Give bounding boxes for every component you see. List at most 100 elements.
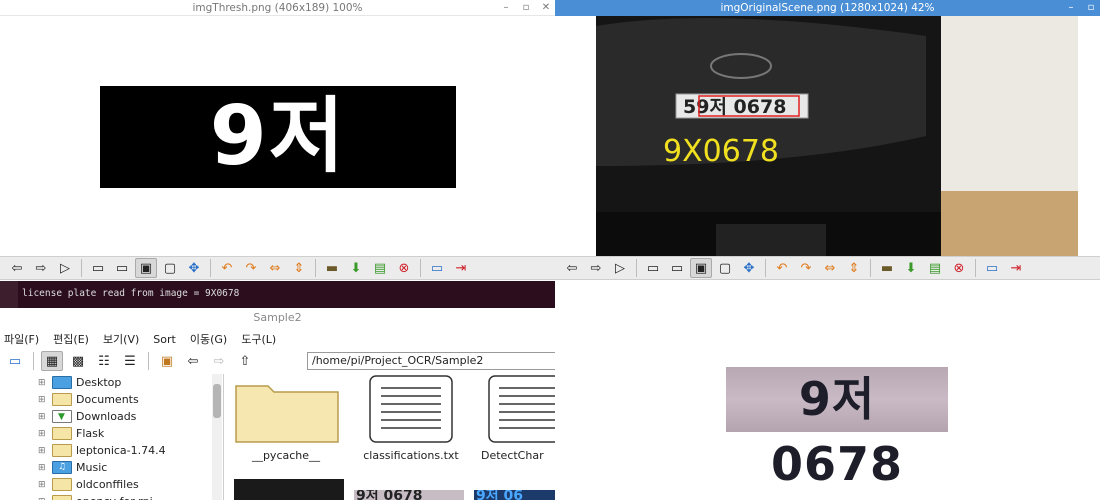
menu-edit[interactable]: 편집(E) xyxy=(53,331,89,347)
quit-icon[interactable]: ⇥ xyxy=(1005,258,1027,278)
tree-scrollbar[interactable] xyxy=(212,374,222,500)
open-icon[interactable]: ▬ xyxy=(321,258,343,278)
expand-icon[interactable]: ⊞ xyxy=(38,480,46,490)
delete-icon[interactable]: ⊗ xyxy=(393,258,415,278)
up-icon[interactable]: ⇧ xyxy=(234,351,256,371)
tree-item-label: Documents xyxy=(76,393,139,406)
save-icon[interactable]: ⬇ xyxy=(900,258,922,278)
close-icon[interactable]: ✕ xyxy=(541,0,551,16)
expand-icon[interactable]: ⊞ xyxy=(38,446,46,456)
tree-item-leptonica[interactable]: ⊞ leptonica-1.74.4 xyxy=(0,442,223,459)
new-tab-icon[interactable]: ▣ xyxy=(156,351,178,371)
save-as-icon[interactable]: ▤ xyxy=(369,258,391,278)
back-icon[interactable]: ⇦ xyxy=(182,351,204,371)
thresh-viewer-toolbar: ⇦ ⇨ ▷ ▭ ▭ ▣ ▢ ✥ ↶ ↷ ⇔ ⇕ ▬ ⬇ ▤ ⊗ ▭ ⇥ xyxy=(0,256,555,280)
zoom-out-icon[interactable]: ▭ xyxy=(87,258,109,278)
icon-view-icon[interactable]: ▦ xyxy=(41,351,63,371)
flip-h-icon[interactable]: ⇔ xyxy=(819,258,841,278)
open-icon[interactable]: ▬ xyxy=(876,258,898,278)
file-manager-title[interactable]: Sample2 xyxy=(0,308,555,328)
menu-tools[interactable]: 도구(L) xyxy=(241,331,276,347)
delete-icon[interactable]: ⊗ xyxy=(948,258,970,278)
compact-view-icon[interactable]: ☷ xyxy=(93,351,115,371)
flip-v-icon[interactable]: ⇕ xyxy=(843,258,865,278)
save-as-icon[interactable]: ▤ xyxy=(924,258,946,278)
zoom-fit-icon[interactable]: ▢ xyxy=(159,258,181,278)
image-thumbnail[interactable]: 9저 06 xyxy=(474,490,555,500)
rotate-left-icon[interactable]: ↶ xyxy=(216,258,238,278)
thumbnail-view-icon[interactable]: ▩ xyxy=(67,351,89,371)
scene-titlebar[interactable]: imgOriginalScene.png (1280x1024) 42% – ▫ xyxy=(555,0,1100,16)
folder-icon xyxy=(235,385,339,443)
fullscreen-icon[interactable]: ✥ xyxy=(183,258,205,278)
tree-item-opencv[interactable]: ⊞ opencv-for-rpi xyxy=(0,493,223,500)
file-item-detectchar[interactable]: DetectChar xyxy=(481,374,555,462)
maximize-icon[interactable]: ▫ xyxy=(1086,0,1096,16)
minimize-icon[interactable]: – xyxy=(501,0,511,16)
new-window-icon[interactable]: ▭ xyxy=(4,351,26,371)
file-item-classifications[interactable]: classifications.txt xyxy=(351,374,471,462)
expand-icon[interactable]: ⊞ xyxy=(38,463,46,473)
tree-item-desktop[interactable]: ⊞ Desktop xyxy=(0,374,223,391)
tree-item-documents[interactable]: ⊞ Documents xyxy=(0,391,223,408)
original-size-icon[interactable]: ▣ xyxy=(690,258,712,278)
detected-plate-overlay: 9X0678 xyxy=(663,134,779,169)
preferences-icon[interactable]: ▭ xyxy=(981,258,1003,278)
play-icon[interactable]: ▷ xyxy=(54,258,76,278)
rotate-left-icon[interactable]: ↶ xyxy=(771,258,793,278)
next-icon[interactable]: ⇨ xyxy=(585,258,607,278)
expand-icon[interactable]: ⊞ xyxy=(38,412,46,422)
file-item-pycache[interactable]: __pycache__ xyxy=(226,380,346,462)
tree-item-music[interactable]: ⊞ ♫ Music xyxy=(0,459,223,476)
rotate-right-icon[interactable]: ↷ xyxy=(795,258,817,278)
original-size-icon[interactable]: ▣ xyxy=(135,258,157,278)
downloads-folder-icon: ▼ xyxy=(52,410,72,423)
expand-icon[interactable]: ⊞ xyxy=(38,395,46,405)
preferences-icon[interactable]: ▭ xyxy=(426,258,448,278)
list-view-icon[interactable]: ☰ xyxy=(119,351,141,371)
toolbar-divider xyxy=(420,259,421,277)
flip-h-icon[interactable]: ⇔ xyxy=(264,258,286,278)
maximize-icon[interactable]: ▫ xyxy=(521,0,531,16)
menu-file[interactable]: 파일(F) xyxy=(4,331,39,347)
zoom-in-icon[interactable]: ▭ xyxy=(666,258,688,278)
thumbnail-plate-text: 9저 0678 xyxy=(356,490,423,500)
toolbar-divider xyxy=(210,259,211,277)
menu-view[interactable]: 보기(V) xyxy=(103,331,139,347)
menu-sort[interactable]: Sort xyxy=(153,333,176,346)
prev-icon[interactable]: ⇦ xyxy=(561,258,583,278)
zoom-in-icon[interactable]: ▭ xyxy=(111,258,133,278)
scrollbar-thumb[interactable] xyxy=(213,384,221,418)
path-input[interactable]: /home/pi/Project_OCR/Sample2 xyxy=(307,352,555,370)
expand-icon[interactable]: ⊞ xyxy=(38,429,46,439)
zoom-fit-icon[interactable]: ▢ xyxy=(714,258,736,278)
tree-item-downloads[interactable]: ⊞ ▼ Downloads xyxy=(0,408,223,425)
tree-item-oldconffiles[interactable]: ⊞ oldconffiles xyxy=(0,476,223,493)
save-icon[interactable]: ⬇ xyxy=(345,258,367,278)
folder-icon xyxy=(52,444,72,457)
rotate-right-icon[interactable]: ↷ xyxy=(240,258,262,278)
prev-icon[interactable]: ⇦ xyxy=(6,258,28,278)
forward-icon[interactable]: ⇨ xyxy=(208,351,230,371)
image-thumbnail[interactable] xyxy=(234,479,344,500)
tree-item-label: Music xyxy=(76,461,108,474)
zoom-out-icon[interactable]: ▭ xyxy=(642,258,664,278)
play-icon[interactable]: ▷ xyxy=(609,258,631,278)
next-icon[interactable]: ⇨ xyxy=(30,258,52,278)
fullscreen-icon[interactable]: ✥ xyxy=(738,258,760,278)
expand-icon[interactable]: ⊞ xyxy=(38,378,46,388)
thresh-titlebar[interactable]: imgThresh.png (406x189) 100% – ▫ ✕ xyxy=(0,0,555,16)
flip-v-icon[interactable]: ⇕ xyxy=(288,258,310,278)
quit-icon[interactable]: ⇥ xyxy=(450,258,472,278)
toolbar-divider xyxy=(33,352,34,370)
terminal-output[interactable]: license plate read from image = 9X0678 xyxy=(0,281,555,308)
menu-bar: 파일(F) 편집(E) 보기(V) Sort 이동(G) 도구(L) xyxy=(0,329,276,349)
scene-title: imgOriginalScene.png (1280x1024) 42% xyxy=(720,2,935,14)
menu-go[interactable]: 이동(G) xyxy=(190,331,227,347)
toolbar-divider xyxy=(636,259,637,277)
tree-item-flask[interactable]: ⊞ Flask xyxy=(0,425,223,442)
folder-tree: ⊞ Desktop ⊞ Documents ⊞ ▼ Downloads ⊞ Flask ⊞… xyxy=(0,374,224,500)
minimize-icon[interactable]: – xyxy=(1066,0,1076,16)
image-thumbnail[interactable]: 9저 0678 xyxy=(354,490,464,500)
expand-icon[interactable]: ⊞ xyxy=(38,497,46,500)
